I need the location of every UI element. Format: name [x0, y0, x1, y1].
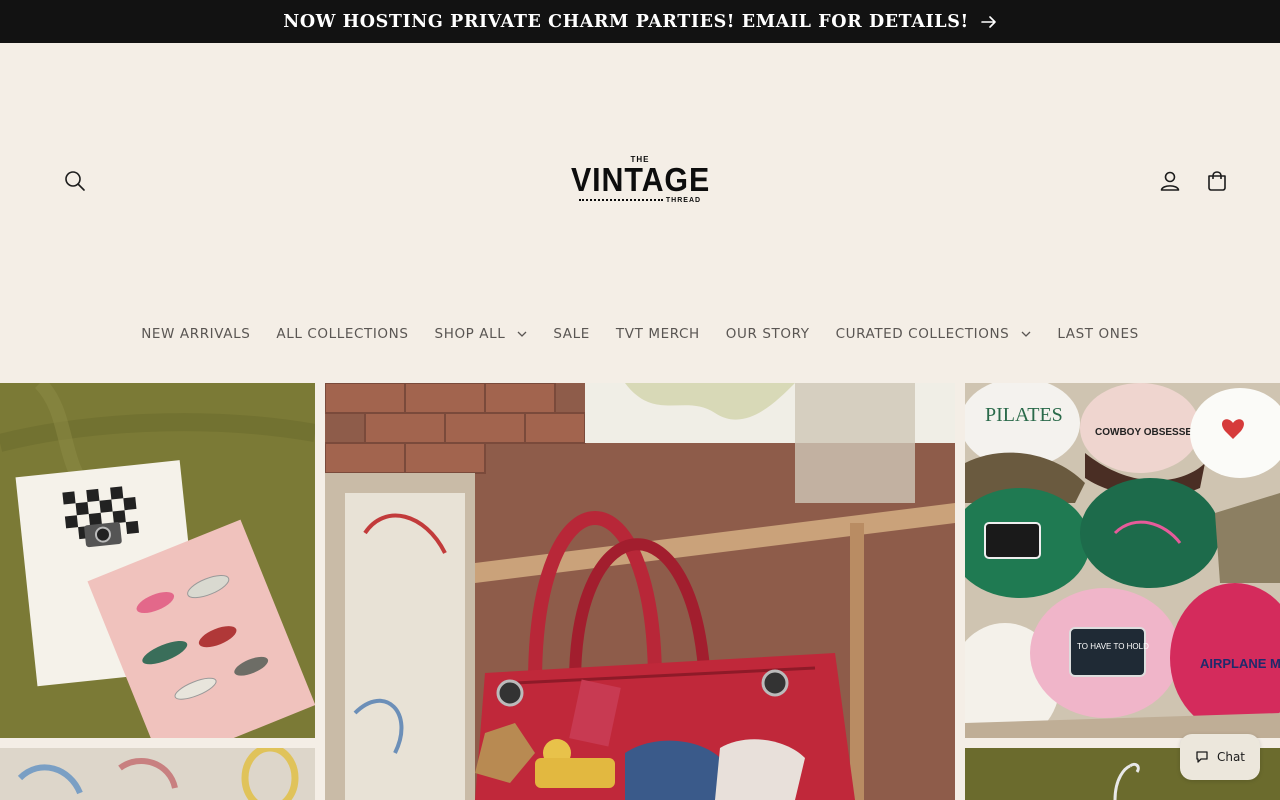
account-button[interactable]: [1155, 166, 1185, 196]
logo-main-text: VINTAGE: [571, 161, 711, 198]
nav-label: OUR STORY: [725, 326, 810, 342]
chat-button[interactable]: Chat: [1180, 734, 1260, 780]
logo-dotted-rule: [578, 199, 663, 203]
nav-label: NEW ARRIVALS: [141, 326, 251, 342]
chevron-down-icon: [517, 331, 527, 337]
nav-sale[interactable]: SALE: [553, 326, 590, 342]
nav-shop-all[interactable]: SHOP ALL: [435, 326, 528, 342]
nav-our-story[interactable]: OUR STORY: [726, 326, 810, 342]
cart-button[interactable]: [1202, 166, 1232, 196]
nav-label: LAST ONES: [1057, 326, 1139, 342]
image-gallery: PILATES COWBOY OBSESSED TO HAVE TO HOLD …: [0, 383, 1280, 800]
chevron-down-icon: [1021, 331, 1031, 337]
site-header: THE VINTAGE THREAD NEW ARRIVALS ALL COLL…: [0, 43, 1280, 383]
account-icon: [1160, 171, 1180, 191]
hat-text-pilates: PILATES: [985, 404, 1063, 426]
main-navigation: NEW ARRIVALS ALL COLLECTIONS SHOP ALL SA…: [0, 319, 1280, 349]
red-charm-bag-photo[interactable]: [325, 383, 955, 800]
nav-label: TVT MERCH: [615, 326, 700, 342]
nav-label: SALE: [553, 326, 590, 342]
nav-tvt-merch[interactable]: TVT MERCH: [616, 326, 700, 342]
nav-label: SHOP ALL: [434, 326, 506, 342]
search-icon: [65, 171, 85, 191]
announcement-bar[interactable]: NOW HOSTING PRIVATE CHARM PARTIES! EMAIL…: [0, 0, 1280, 43]
shoe-print-photo[interactable]: [0, 383, 315, 738]
search-button[interactable]: [60, 166, 90, 196]
site-logo[interactable]: THE VINTAGE THREAD: [565, 155, 715, 211]
trucker-hats-photo[interactable]: PILATES COWBOY OBSESSED TO HAVE TO HOLD …: [965, 383, 1280, 738]
chat-label: Chat: [1216, 750, 1246, 764]
nav-label: ALL COLLECTIONS: [276, 326, 409, 342]
hat-text-cowboy: COWBOY OBSESSED: [1095, 427, 1199, 438]
nav-new-arrivals[interactable]: NEW ARRIVALS: [141, 326, 250, 342]
red-charm-bag-image: [325, 383, 955, 800]
chat-bubble-icon: [1196, 751, 1208, 763]
cart-icon: [1208, 171, 1226, 191]
nav-last-ones[interactable]: LAST ONES: [1057, 326, 1138, 342]
shoe-print-image: [0, 383, 315, 738]
hat-text-airplane: AIRPLANE MODE: [1200, 656, 1280, 671]
illustration-image: [0, 748, 315, 800]
arrow-right-icon: [980, 15, 996, 28]
illustration-photo[interactable]: [0, 748, 315, 800]
nav-all-collections[interactable]: ALL COLLECTIONS: [276, 326, 408, 342]
hat-text-to-have: TO HAVE TO HOLD: [1077, 642, 1149, 651]
announcement-text[interactable]: NOW HOSTING PRIVATE CHARM PARTIES! EMAIL…: [283, 12, 968, 32]
logo-bottom-text: THREAD: [665, 197, 702, 204]
trucker-hats-image: PILATES COWBOY OBSESSED TO HAVE TO HOLD …: [965, 383, 1280, 738]
nav-curated-collections[interactable]: CURATED COLLECTIONS: [836, 326, 1032, 342]
nav-label: CURATED COLLECTIONS: [835, 326, 1010, 342]
